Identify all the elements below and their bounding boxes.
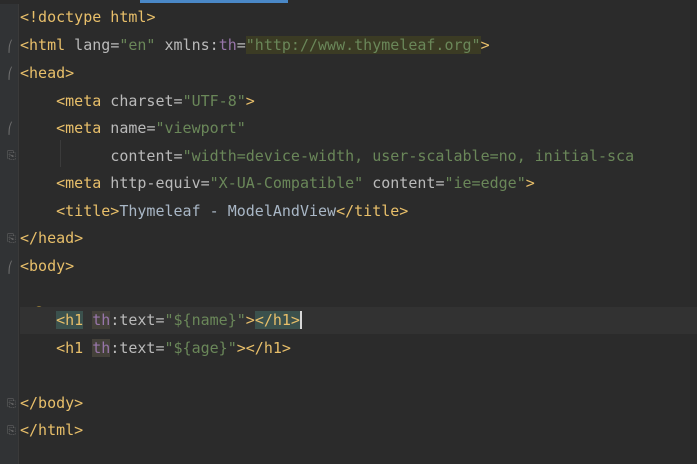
colon: :	[110, 339, 120, 357]
code-line-13[interactable]: <h1 th:text="${age}"></h1>	[20, 335, 697, 362]
equals-sign: =	[173, 147, 183, 165]
code-line-5[interactable]: <meta name="viewport"	[20, 115, 697, 142]
name-expression: "${name}"	[164, 311, 246, 329]
colon: :	[209, 36, 219, 54]
h1-gt: >	[245, 311, 255, 329]
viewport-value: "viewport"	[155, 119, 246, 137]
equals-sign: =	[155, 339, 165, 357]
colon: :	[110, 311, 120, 329]
content-value: "ie=edge"	[444, 174, 526, 192]
doctype-open: <!doctype	[20, 8, 102, 26]
th-namespace: th	[92, 311, 111, 329]
xmlns-attribute: xmlns	[155, 36, 210, 54]
active-tab-indicator[interactable]	[140, 0, 288, 3]
code-line-16[interactable]: </html>	[20, 417, 697, 444]
code-line-9[interactable]: </head>	[20, 225, 697, 252]
text-attribute: text	[119, 311, 156, 329]
text-caret	[299, 311, 302, 329]
title-tag-close: </title>	[336, 202, 409, 220]
head-close-tag: </head>	[20, 229, 84, 247]
title-text: Thymeleaf - ModelAndView	[119, 202, 337, 220]
code-line-2[interactable]: <html lang="en" xmlns:th="http://www.thy…	[20, 32, 697, 59]
h1-tag-close: </h1>	[254, 311, 300, 329]
code-line-3[interactable]: <head>	[20, 60, 697, 87]
content-attribute: content	[110, 147, 174, 165]
text-attribute: text	[119, 339, 156, 357]
meta-tag-open: <meta	[56, 119, 102, 137]
equals-sign: =	[200, 174, 210, 192]
content-attribute: content	[363, 174, 436, 192]
th-namespace: th	[218, 36, 237, 54]
meta-tag-open: <meta	[56, 174, 102, 192]
fold-marker-icon[interactable]: ⎘	[7, 150, 17, 162]
http-equiv-attribute: http-equiv	[101, 174, 201, 192]
equals-sign: =	[236, 36, 246, 54]
h1-tag-open: <h1	[56, 339, 84, 357]
charset-attribute: charset	[101, 92, 174, 110]
h1-gt: >	[236, 339, 246, 357]
thymeleaf-url-value[interactable]: "http://www.thymeleaf.org"	[245, 36, 481, 54]
code-line-6[interactable]: content="width=device-width, user-scalab…	[20, 143, 697, 170]
body-close-tag: </body>	[20, 394, 84, 412]
code-line-15[interactable]: </body>	[20, 390, 697, 417]
html-close-tag: </html>	[20, 421, 84, 439]
h1-tag-close: </h1>	[245, 339, 291, 357]
meta-tag-close: >	[525, 174, 535, 192]
html-tag-close: >	[480, 36, 490, 54]
lang-attribute: lang	[65, 36, 111, 54]
fold-marker-icon[interactable]: ⎛	[7, 123, 17, 135]
equals-sign: =	[155, 311, 165, 329]
html-tag-open: <html	[20, 36, 66, 54]
name-attribute: name	[101, 119, 147, 137]
code-line-1[interactable]: <!doctype html>	[20, 4, 697, 31]
code-line-10[interactable]: <body>	[20, 253, 697, 280]
code-line-7[interactable]: <meta http-equiv="X-UA-Compatible" conte…	[20, 170, 697, 197]
doctype-close: >	[146, 8, 156, 26]
title-tag-open: <title>	[56, 202, 120, 220]
code-line-8[interactable]: <title>Thymeleaf - ModelAndView</title>	[20, 198, 697, 225]
editor-gutter[interactable]: ⎛ ⎛ ⎛ ⎘ ⎘ ⎛ ⎘ ⎘	[0, 4, 19, 464]
code-line-11[interactable]	[20, 280, 697, 307]
content-value: "width=device-width, user-scalable=no, i…	[182, 147, 635, 165]
code-line-4[interactable]: <meta charset="UTF-8">	[20, 88, 697, 115]
code-line-12[interactable]: <h1 th:text="${name}"></h1>	[20, 307, 697, 334]
fold-marker-icon[interactable]: ⎘	[7, 425, 17, 437]
fold-marker-icon[interactable]: ⎘	[7, 398, 17, 410]
fold-marker-icon[interactable]: ⎛	[7, 68, 17, 80]
http-equiv-value: "X-UA-Compatible"	[209, 174, 364, 192]
fold-marker-icon[interactable]: ⎛	[7, 41, 17, 53]
meta-tag-open: <meta	[56, 92, 102, 110]
doctype-name: html	[101, 8, 147, 26]
fold-marker-icon[interactable]: ⎛	[7, 262, 17, 274]
age-expression: "${age}"	[164, 339, 237, 357]
fold-marker-icon[interactable]: ⎘	[7, 233, 17, 245]
equals-sign: =	[110, 36, 120, 54]
charset-value: "UTF-8"	[182, 92, 246, 110]
meta-tag-close: >	[245, 92, 255, 110]
equals-sign: =	[173, 92, 183, 110]
lang-value: "en"	[119, 36, 156, 54]
code-editor[interactable]: <!doctype html> <html lang="en" xmlns:th…	[20, 4, 697, 464]
h1-tag-open: <h1	[56, 311, 84, 329]
head-tag: <head>	[20, 64, 75, 82]
code-line-14[interactable]	[20, 362, 697, 389]
body-tag: <body>	[20, 257, 75, 275]
th-namespace: th	[92, 339, 111, 357]
